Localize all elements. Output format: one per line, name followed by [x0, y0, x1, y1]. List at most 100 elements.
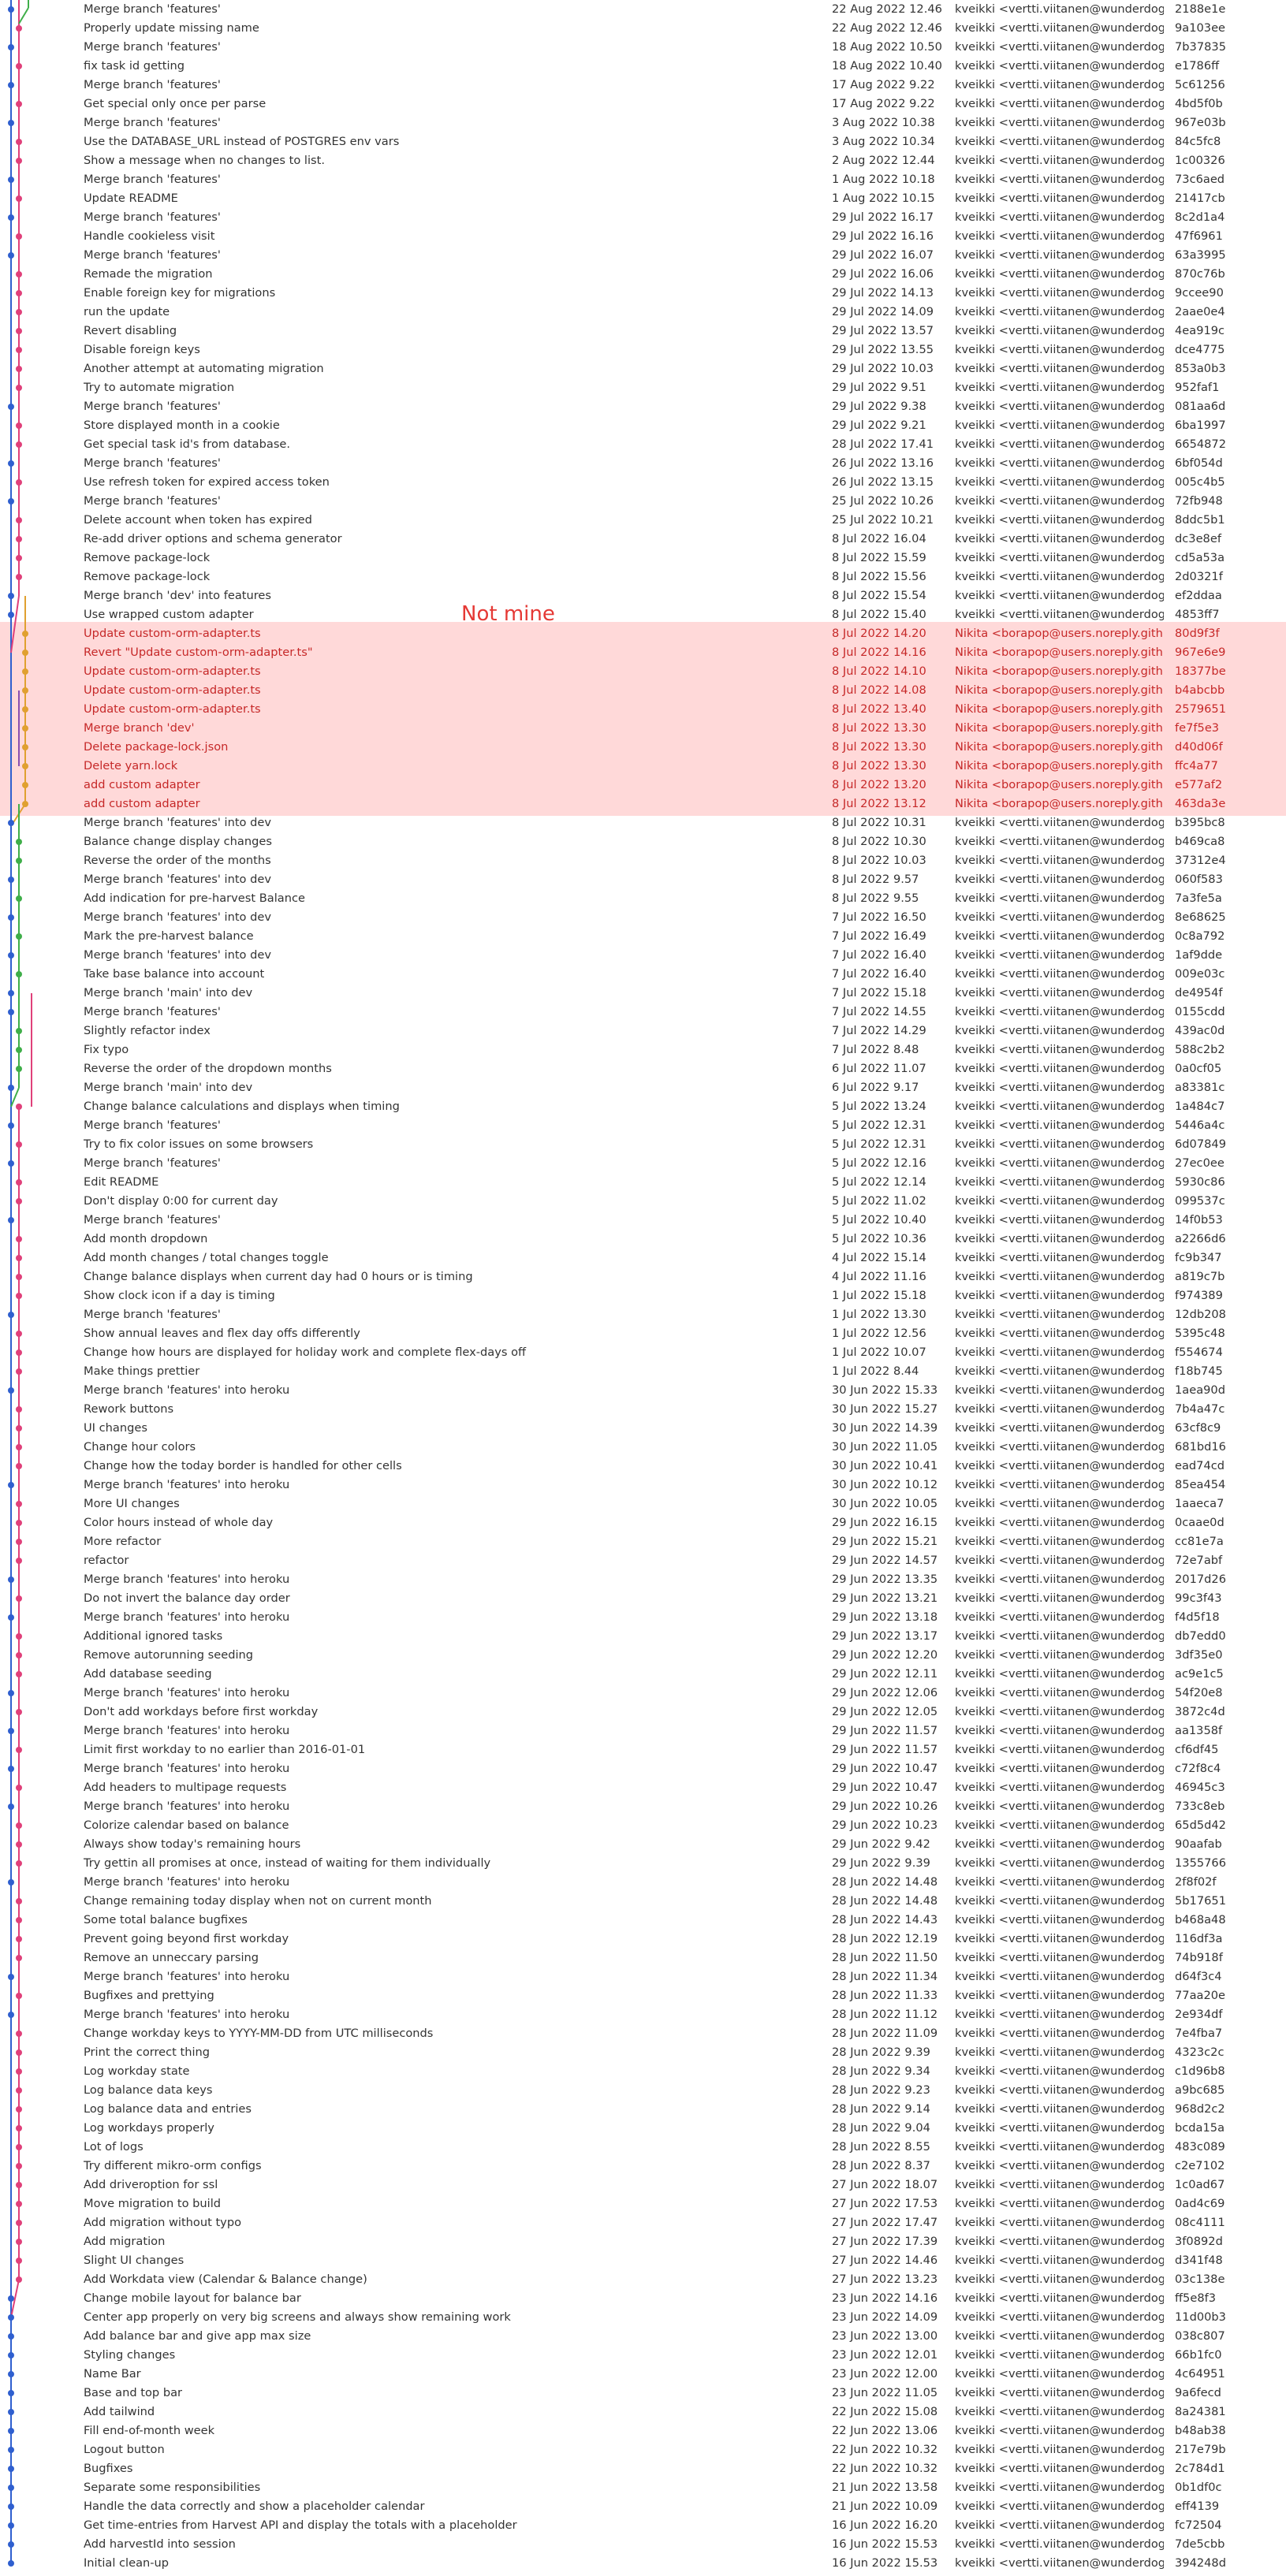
commit-row[interactable]: Try to automate migration 29 Jul 2022 9.5…	[0, 378, 1286, 397]
commit-row[interactable]: Add headers to multipage requests 29 Jun …	[0, 1778, 1286, 1797]
commit-row[interactable]: Merge branch 'features' into heroku 29 Ju…	[0, 1608, 1286, 1627]
commit-row[interactable]: refactor 29 Jun 2022 14.57 kveikki <vertti…	[0, 1551, 1286, 1570]
commit-row[interactable]: Don't display 0:00 for current day 5 Jul …	[0, 1192, 1286, 1211]
commit-row[interactable]: Take base balance into account 7 Jul 2022…	[0, 965, 1286, 984]
commit-row[interactable]: Re-add driver options and schema generat…	[0, 530, 1286, 549]
commit-row[interactable]: Reverse the order of the dropdown months…	[0, 1059, 1286, 1078]
commit-row[interactable]: Change how the today border is handled f…	[0, 1457, 1286, 1476]
commit-row[interactable]: Merge branch 'features' into heroku 29 Ju…	[0, 1684, 1286, 1703]
commit-row[interactable]: Revert disabling 29 Jul 2022 13.57 kveikki…	[0, 322, 1286, 341]
commit-row[interactable]: Add driveroption for ssl 27 Jun 2022 18.0…	[0, 2176, 1286, 2194]
commit-row[interactable]: Merge branch 'features' 5 Jul 2022 12.16 k…	[0, 1154, 1286, 1173]
commit-row[interactable]: Log workday state 28 Jun 2022 9.34 kveikki…	[0, 2062, 1286, 2081]
commit-row[interactable]: Show clock icon if a day is timing 1 Jul …	[0, 1286, 1286, 1305]
commit-row[interactable]: Merge branch 'features' 22 Aug 2022 12.46…	[0, 0, 1286, 19]
commit-row[interactable]: Change remaining today display when not …	[0, 1892, 1286, 1911]
commit-row[interactable]: Another attempt at automating migration 2…	[0, 359, 1286, 378]
commit-row[interactable]: Remove autorunning seeding 29 Jun 2022 12…	[0, 1646, 1286, 1665]
commit-row[interactable]: Delete package-lock.json 8 Jul 2022 13.30…	[0, 738, 1286, 757]
commit-row[interactable]: Prevent going beyond first workday 28 Jun…	[0, 1930, 1286, 1949]
commit-row[interactable]: Merge branch 'features' 7 Jul 2022 14.55 k…	[0, 1003, 1286, 1022]
commit-row[interactable]: Merge branch 'features' 5 Jul 2022 10.40 k…	[0, 1211, 1286, 1230]
commit-row[interactable]: Add balance bar and give app max size 23 …	[0, 2327, 1286, 2346]
commit-row[interactable]: Properly update missing name 22 Aug 2022 …	[0, 19, 1286, 38]
commit-row[interactable]: Remove package-lock 8 Jul 2022 15.56 kveik…	[0, 568, 1286, 586]
commit-row[interactable]: Disable foreign keys 29 Jul 2022 13.55 kve…	[0, 341, 1286, 359]
commit-row[interactable]: Slightly refactor index 7 Jul 2022 14.29 k…	[0, 1022, 1286, 1040]
commit-row[interactable]: Styling changes 23 Jun 2022 12.01 kveikki …	[0, 2346, 1286, 2365]
commit-row[interactable]: Update custom-orm-adapter.ts 8 Jul 2022 1…	[0, 700, 1286, 719]
commit-row[interactable]: Rework buttons 30 Jun 2022 15.27 kveikki <…	[0, 1400, 1286, 1419]
commit-row[interactable]: Update custom-orm-adapter.ts 8 Jul 2022 1…	[0, 681, 1286, 700]
commit-row[interactable]: Add migration without typo 27 Jun 2022 17…	[0, 2213, 1286, 2232]
commit-row[interactable]: Handle the data correctly and show a pla…	[0, 2497, 1286, 2516]
commit-row[interactable]: Slight UI changes 27 Jun 2022 14.46 kveikk…	[0, 2251, 1286, 2270]
commit-row[interactable]: Merge branch 'features' 18 Aug 2022 10.50…	[0, 38, 1286, 57]
commit-row[interactable]: Merge branch 'features' 17 Aug 2022 9.22 k…	[0, 76, 1286, 95]
commit-row[interactable]: Merge branch 'features' into heroku 28 Ju…	[0, 1873, 1286, 1892]
commit-row[interactable]: Reverse the order of the months 8 Jul 202…	[0, 851, 1286, 870]
commit-row[interactable]: Merge branch 'features' into dev 7 Jul 20…	[0, 908, 1286, 927]
commit-row[interactable]: Add database seeding 29 Jun 2022 12.11 kve…	[0, 1665, 1286, 1684]
commit-row[interactable]: Name Bar 23 Jun 2022 12.00 kveikki <vertti…	[0, 2365, 1286, 2384]
commit-row[interactable]: Merge branch 'features' 29 Jul 2022 16.07…	[0, 246, 1286, 265]
commit-row[interactable]: Update README 1 Aug 2022 10.15 kveikki <ve…	[0, 189, 1286, 208]
commit-row[interactable]: Merge branch 'features' 1 Aug 2022 10.18 k…	[0, 170, 1286, 189]
commit-row[interactable]: Try different mikro-orm configs 28 Jun 20…	[0, 2157, 1286, 2176]
commit-row[interactable]: Initial clean-up 16 Jun 2022 15.53 kveikki…	[0, 2554, 1286, 2573]
commit-row[interactable]: Color hours instead of whole day 29 Jun 2…	[0, 1513, 1286, 1532]
commit-row[interactable]: Log workdays properly 28 Jun 2022 9.04 kve…	[0, 2119, 1286, 2138]
commit-row[interactable]: Merge branch 'features' into dev 8 Jul 20…	[0, 813, 1286, 832]
commit-row[interactable]: More UI changes 30 Jun 2022 10.05 kveikki …	[0, 1495, 1286, 1513]
commit-row[interactable]: Mark the pre-harvest balance 7 Jul 2022 1…	[0, 927, 1286, 946]
commit-row[interactable]: Merge branch 'main' into dev 7 Jul 2022 1…	[0, 984, 1286, 1003]
commit-row[interactable]: Logout button 22 Jun 2022 10.32 kveikki <v…	[0, 2440, 1286, 2459]
commit-row[interactable]: Try to fix color issues on some browsers…	[0, 1135, 1286, 1154]
commit-row[interactable]: Use wrapped custom adapter 8 Jul 2022 15.…	[0, 605, 1286, 624]
commit-row[interactable]: Limit first workday to no earlier than 2…	[0, 1740, 1286, 1759]
commit-row[interactable]: Merge branch 'features' into heroku 29 Ju…	[0, 1759, 1286, 1778]
commit-row[interactable]: Enable foreign key for migrations 29 Jul …	[0, 284, 1286, 303]
commit-row[interactable]: Add month changes / total changes toggle…	[0, 1249, 1286, 1268]
commit-row[interactable]: Remove an unneccary parsing 28 Jun 2022 1…	[0, 1949, 1286, 1967]
commit-row[interactable]: Try gettin all promises at once, instead…	[0, 1854, 1286, 1873]
commit-row[interactable]: Merge branch 'features' 29 Jul 2022 16.17…	[0, 208, 1286, 227]
commit-row[interactable]: Use the DATABASE_URL instead of POSTGRES…	[0, 132, 1286, 151]
commit-row[interactable]: Balance change display changes 8 Jul 2022…	[0, 832, 1286, 851]
commit-row[interactable]: fix task id getting 18 Aug 2022 10.40 kvei…	[0, 57, 1286, 76]
commit-row[interactable]: Bugfixes 22 Jun 2022 10.32 kveikki <vertti…	[0, 2459, 1286, 2478]
commit-row[interactable]: Change workday keys to YYYY-MM-DD from U…	[0, 2024, 1286, 2043]
commit-row[interactable]: Merge branch 'features' into heroku 29 Ju…	[0, 1797, 1286, 1816]
commit-row[interactable]: Change hour colors 30 Jun 2022 11.05 kveik…	[0, 1438, 1286, 1457]
commit-row[interactable]: Print the correct thing 28 Jun 2022 9.39 k…	[0, 2043, 1286, 2062]
commit-row[interactable]: Merge branch 'main' into dev 6 Jul 2022 9…	[0, 1078, 1286, 1097]
commit-row[interactable]: Merge branch 'features' 26 Jul 2022 13.16…	[0, 454, 1286, 473]
commit-row[interactable]: Log balance data keys 28 Jun 2022 9.23 kve…	[0, 2081, 1286, 2100]
commit-row[interactable]: Lot of logs 28 Jun 2022 8.55 kveikki <vert…	[0, 2138, 1286, 2157]
commit-row[interactable]: Revert "Update custom-orm-adapter.ts" 8 J…	[0, 643, 1286, 662]
commit-row[interactable]: Merge branch 'features' into heroku 28 Ju…	[0, 2005, 1286, 2024]
commit-row[interactable]: Get special only once per parse 17 Aug 20…	[0, 95, 1286, 114]
commit-row[interactable]: Show a message when no changes to list. 2…	[0, 151, 1286, 170]
commit-row[interactable]: Merge branch 'features' into heroku 30 Ju…	[0, 1476, 1286, 1495]
commit-row[interactable]: Add migration 27 Jun 2022 17.39 kveikki <v…	[0, 2232, 1286, 2251]
commit-row[interactable]: Remade the migration 29 Jul 2022 16.06 kve…	[0, 265, 1286, 284]
commit-row[interactable]: Always show today's remaining hours 29 Ju…	[0, 1835, 1286, 1854]
commit-row[interactable]: Base and top bar 23 Jun 2022 11.05 kveikki…	[0, 2384, 1286, 2403]
commit-row[interactable]: Some total balance bugfixes 28 Jun 2022 1…	[0, 1911, 1286, 1930]
commit-row[interactable]: Store displayed month in a cookie 29 Jul …	[0, 416, 1286, 435]
commit-row[interactable]: UI changes 30 Jun 2022 14.39 kveikki <vert…	[0, 1419, 1286, 1438]
commit-row[interactable]: Fill end-of-month week 22 Jun 2022 13.06 k…	[0, 2422, 1286, 2440]
commit-row[interactable]: Merge branch 'features' 29 Jul 2022 9.38 k…	[0, 397, 1286, 416]
commit-row[interactable]: Change mobile layout for balance bar 23 J…	[0, 2289, 1286, 2308]
commit-row[interactable]: run the update 29 Jul 2022 14.09 kveikki <…	[0, 303, 1286, 322]
commit-row[interactable]: Use refresh token for expired access tok…	[0, 473, 1286, 492]
commit-row[interactable]: Add indication for pre-harvest Balance 8 …	[0, 889, 1286, 908]
commit-row[interactable]: Do not invert the balance day order 29 Ju…	[0, 1589, 1286, 1608]
commit-row[interactable]: Add tailwind 22 Jun 2022 15.08 kveikki <ve…	[0, 2403, 1286, 2422]
commit-row[interactable]: Merge branch 'features' into heroku 30 Ju…	[0, 1381, 1286, 1400]
commit-row[interactable]: Get special task id's from database. 28 J…	[0, 435, 1286, 454]
commit-row[interactable]: Move migration to build 27 Jun 2022 17.53…	[0, 2194, 1286, 2213]
commit-row[interactable]: Change balance calculations and displays…	[0, 1097, 1286, 1116]
commit-row[interactable]: Change how hours are displayed for holid…	[0, 1343, 1286, 1362]
